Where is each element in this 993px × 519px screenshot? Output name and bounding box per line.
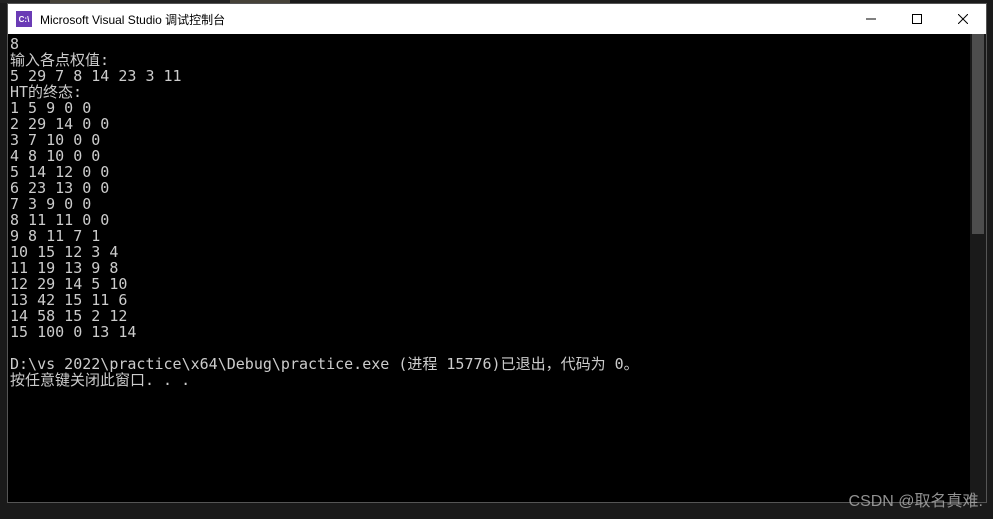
window-title: Microsoft Visual Studio 调试控制台 [40,11,848,28]
console-output[interactable]: 8 输入各点权值: 5 29 7 8 14 23 3 11 HT的终态: 1 5… [8,34,970,502]
console-body: 8 输入各点权值: 5 29 7 8 14 23 3 11 HT的终态: 1 5… [8,34,986,502]
close-icon [958,14,968,24]
console-window: C:\ Microsoft Visual Studio 调试控制台 8 输入各点… [7,3,987,503]
watermark: CSDN @取名真难. [849,487,983,511]
close-button[interactable] [940,4,986,34]
vertical-scrollbar[interactable] [970,34,986,502]
window-controls [848,4,986,34]
titlebar[interactable]: C:\ Microsoft Visual Studio 调试控制台 [8,4,986,34]
scrollbar-thumb[interactable] [972,34,984,234]
minimize-icon [866,14,876,24]
maximize-icon [912,14,922,24]
maximize-button[interactable] [894,4,940,34]
app-icon: C:\ [16,11,32,27]
minimize-button[interactable] [848,4,894,34]
